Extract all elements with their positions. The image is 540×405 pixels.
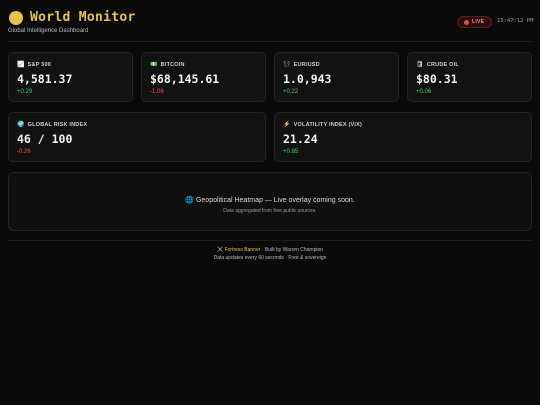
heatmap-subtitle: Data aggregated from free public sources… [223,208,317,214]
app-subtitle: Global Intelligence Dashboard [8,28,89,34]
money-icon: 💵 [150,62,158,68]
card-crude-oil: 🛢 CRUDE OIL $80.31 +0.06 [407,52,532,102]
live-badge: LIVE [457,16,493,28]
card-value: 1.0,943 [283,72,332,86]
lightning-icon: ⚡ [283,122,291,128]
clock: 15:47:12 PM [497,18,534,24]
card-label: GLOBAL RISK INDEX [27,121,88,128]
chart-up-icon: 📈 [17,62,25,68]
geopolitical-heatmap-panel: 🌐 Geopolitical Heatmap — Live overlay co… [8,172,532,231]
card-label: CRUDE OIL [426,61,459,68]
card-value: 4,581.37 [17,72,73,86]
card-volatility-index: ⚡ VOLATILITY INDEX (VIX) 21.24 +0.85 [274,112,532,162]
card-value: $80.31 [416,72,458,86]
card-label: EUR/USD [293,61,320,68]
app-title: World Monitor [30,10,136,25]
oil-barrel-icon: 🛢 [416,62,424,68]
card-bitcoin: 💵 BITCOIN $68,145.61 -1.06 [141,52,266,102]
card-label: BITCOIN [160,61,185,68]
footer-update-note: Data updates every 60 seconds · Free & s… [213,255,327,261]
card-change: -1.06 [150,89,164,95]
card-change: +0.29 [17,89,33,95]
footer-built-by: · Built by Warren Champion [261,247,324,253]
heatmap-title: 🌐 Geopolitical Heatmap — Live overlay co… [185,197,355,204]
header-divider [8,41,532,42]
footer-brand: Fortress Banner [224,247,261,253]
card-value: $68,145.61 [150,72,220,86]
card-change: -0.26 [17,149,31,155]
logo-icon [9,11,23,25]
live-label: LIVE [472,19,485,25]
app-header: World Monitor Global Intelligence Dashbo… [8,9,534,35]
card-change: +0.06 [416,89,432,95]
card-value: 21.24 [283,132,318,146]
card-label: S&P 500 [27,61,51,68]
footer: ⚔️ Fortress Banner · Built by Warren Cha… [0,246,540,262]
card-sp500: 📈 S&P 500 4,581.37 +0.29 [8,52,133,102]
card-label: VOLATILITY INDEX (VIX) [293,121,363,128]
card-eurusd: 💱 EUR/USD 1.0,943 +0.22 [274,52,399,102]
currency-exchange-icon: 💱 [283,62,291,68]
card-global-risk-index: 🌍 GLOBAL RISK INDEX 46 / 100 -0.26 [8,112,266,162]
card-change: +0.85 [283,149,299,155]
footer-divider [8,240,532,241]
globe-icon: 🌍 [17,122,25,128]
card-value: 46 / 100 [17,132,73,146]
swords-icon: ⚔️ [216,247,224,253]
live-dot-icon [464,19,469,25]
card-change: +0.22 [283,89,299,95]
